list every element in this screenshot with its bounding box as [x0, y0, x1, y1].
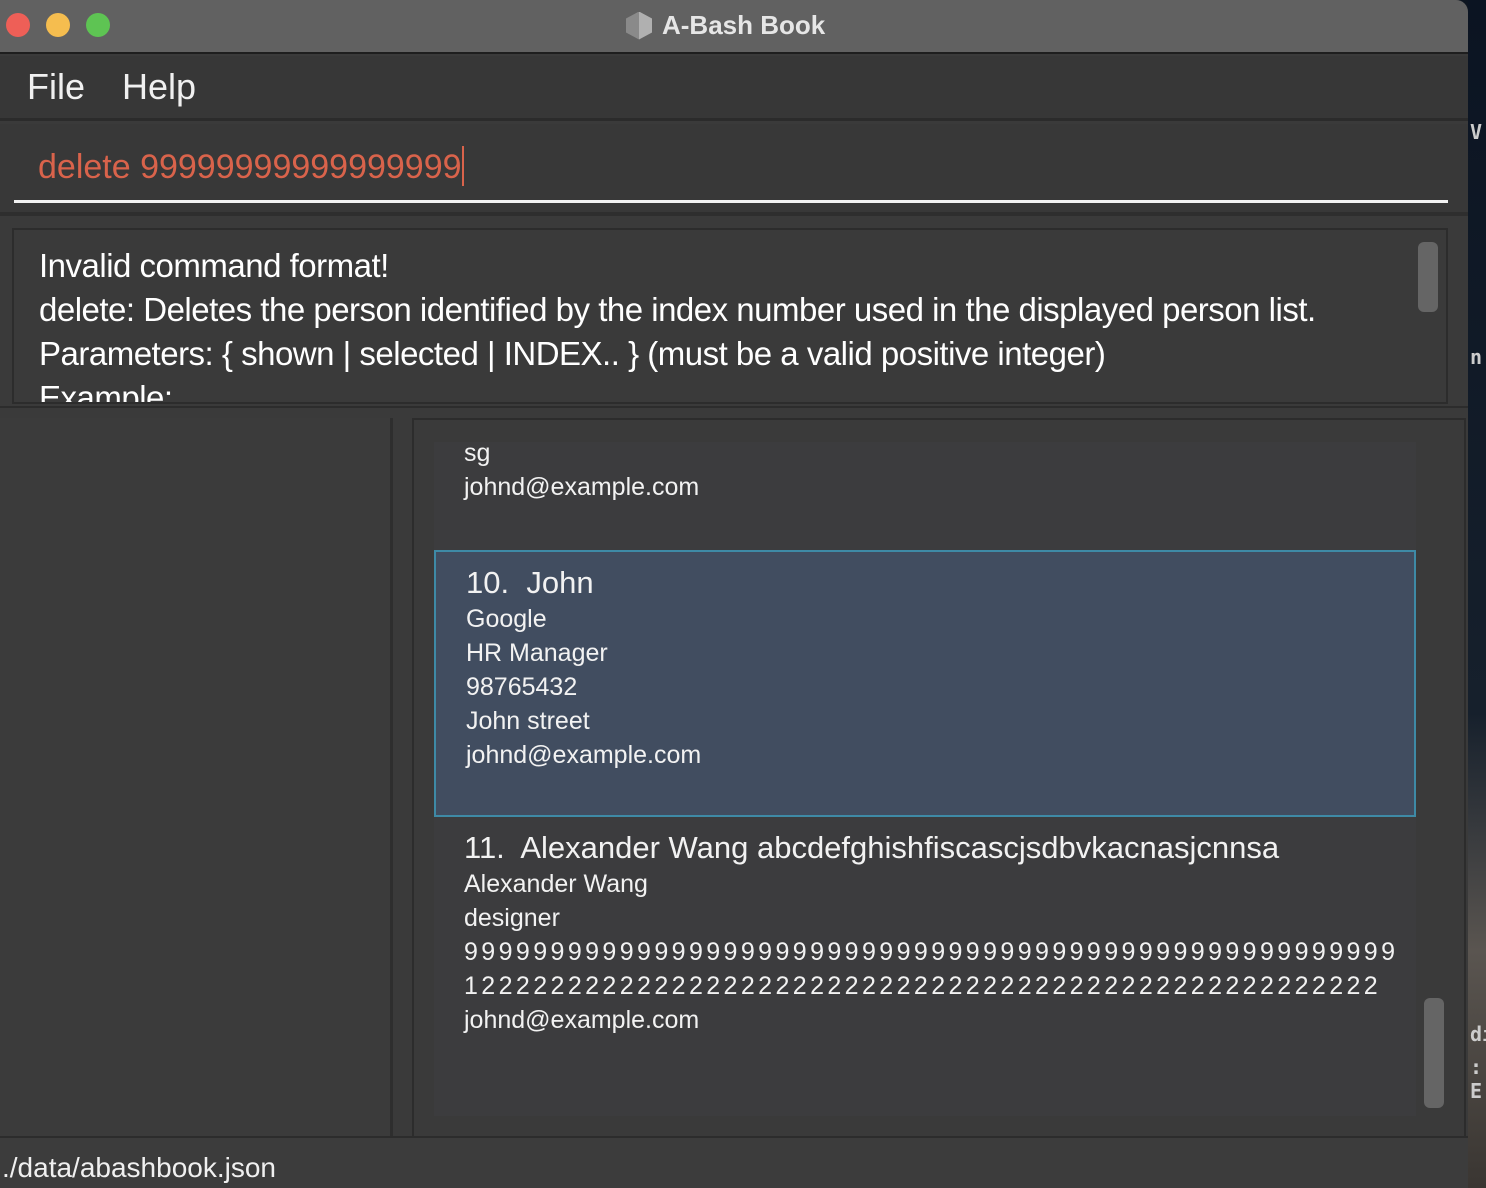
result-line: Invalid command format!: [39, 247, 389, 284]
card-phone: 98765432: [466, 673, 578, 701]
close-button[interactable]: [6, 13, 30, 37]
result-display: Invalid command format! delete: Deletes …: [12, 228, 1448, 404]
person-card-selected[interactable]: 10. John Google HR Manager 98765432 John…: [434, 550, 1416, 817]
card-company: Google: [466, 605, 547, 633]
list-scrollbar[interactable]: [1424, 998, 1444, 1108]
menu-help[interactable]: Help: [122, 66, 196, 108]
card-name: 11. Alexander Wang abcdefghishfiscascjsd…: [464, 830, 1280, 865]
person-list[interactable]: sg johnd@example.com 10. John Google HR …: [434, 442, 1416, 1116]
card-email: johnd@example.com: [464, 1006, 700, 1034]
cube-icon: [626, 11, 652, 40]
minimize-button[interactable]: [46, 13, 70, 37]
person-card-partial[interactable]: sg johnd@example.com: [434, 442, 1416, 550]
menu-bar: File Help: [0, 56, 1468, 121]
card-line: sg: [464, 442, 491, 467]
card-company: Alexander Wang: [464, 870, 648, 898]
desktop-text: : E: [1470, 1055, 1483, 1103]
desktop-background: V n di : E: [1468, 0, 1486, 1188]
main-area: sg johnd@example.com 10. John Google HR …: [0, 406, 1468, 1138]
title-bar: A-Bash Book: [0, 0, 1468, 54]
card-phone: 9999999999999999999999999999999999999999…: [464, 938, 1399, 966]
status-bar: ./data/abashbook.json: [0, 1136, 1468, 1188]
card-name: 10. John: [466, 565, 594, 600]
command-text: delete 99999999999999999: [38, 148, 462, 186]
desktop-text: di: [1470, 1022, 1486, 1046]
app-window: A-Bash Book File Help delete 99999999999…: [0, 0, 1468, 1188]
card-email: johnd@example.com: [466, 741, 702, 769]
result-line: Example:: [39, 379, 173, 404]
left-panel: [0, 418, 393, 1138]
desktop-text: V: [1470, 120, 1483, 144]
desktop-text: n: [1470, 345, 1483, 369]
person-card[interactable]: 11. Alexander Wang abcdefghishfiscascjsd…: [434, 817, 1416, 1115]
command-box: delete 99999999999999999: [0, 124, 1468, 216]
command-input[interactable]: delete 99999999999999999: [14, 124, 1448, 203]
result-scrollbar[interactable]: [1418, 242, 1438, 312]
window-title: A-Bash Book: [626, 10, 825, 41]
card-address: John street: [466, 707, 590, 735]
card-role: designer: [464, 904, 560, 932]
person-list-panel: sg johnd@example.com 10. John Google HR …: [412, 418, 1466, 1138]
card-address: 1222222222222222222222222222222222222222…: [464, 972, 1382, 1000]
maximize-button[interactable]: [86, 13, 110, 37]
menu-file[interactable]: File: [27, 66, 85, 108]
save-file-path: ./data/abashbook.json: [2, 1152, 276, 1183]
result-line: delete: Deletes the person identified by…: [39, 291, 1316, 328]
card-role: HR Manager: [466, 639, 608, 667]
window-title-text: A-Bash Book: [662, 10, 826, 40]
card-email: johnd@example.com: [464, 473, 700, 501]
result-line: Parameters: { shown | selected | INDEX..…: [39, 335, 1106, 372]
text-caret: [461, 146, 464, 186]
